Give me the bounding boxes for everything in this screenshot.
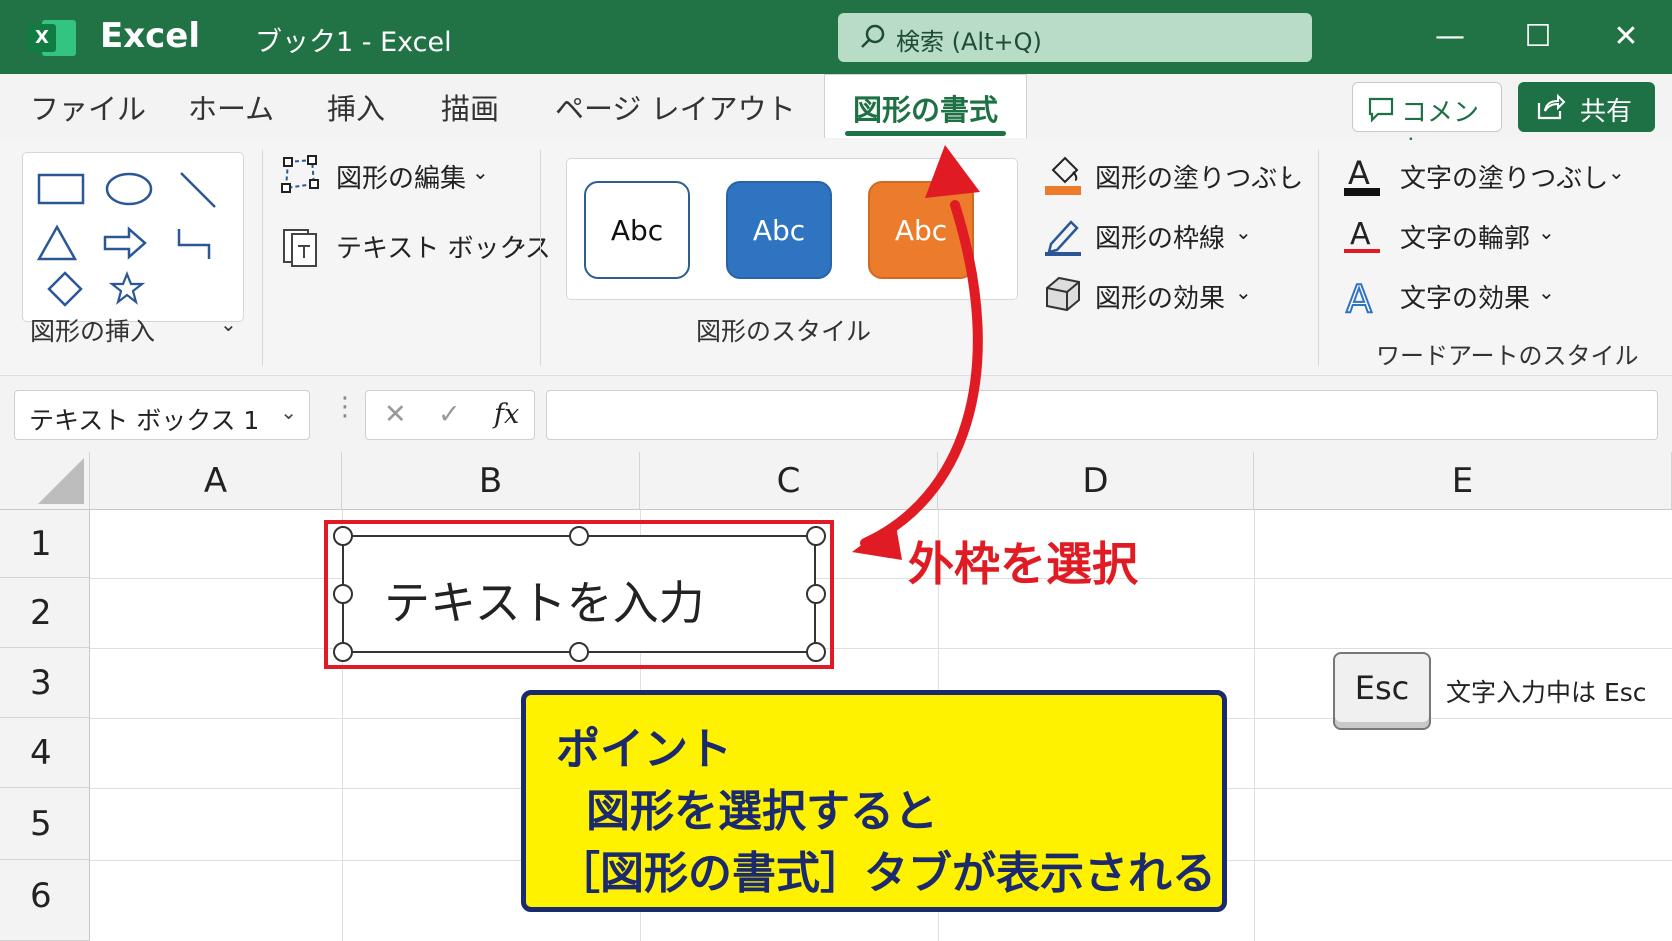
point-line-1: 図形を選択すると xyxy=(586,786,938,837)
annotation-select-outline: 外枠を選択 xyxy=(908,537,1138,591)
point-line-2: ［図形の書式］タブが表示される xyxy=(556,848,1216,899)
esc-key-icon: Esc xyxy=(1333,652,1431,730)
point-title: ポイント xyxy=(556,724,732,775)
esc-note: 文字入力中は Esc xyxy=(1446,678,1647,707)
point-callout: ポイント 図形を選択すると ［図形の書式］タブが表示される xyxy=(521,690,1227,912)
